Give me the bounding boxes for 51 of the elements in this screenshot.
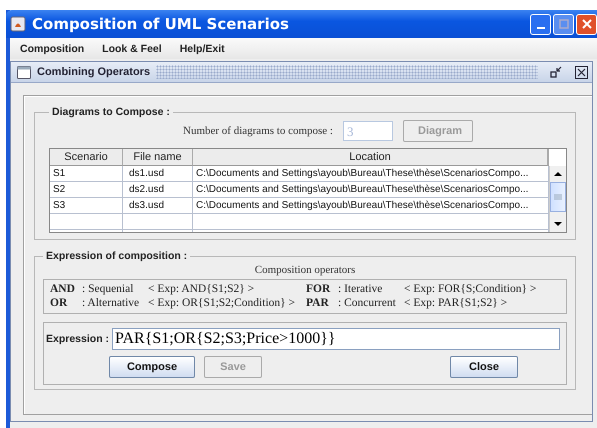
- table-cell: S1: [50, 166, 123, 182]
- table-cell: S3: [50, 198, 123, 214]
- table-cell: ds3.usd: [123, 198, 193, 214]
- operator-meaning: : Concurrent: [338, 297, 397, 309]
- operators-title: Composition operators: [254, 264, 356, 276]
- frame-title: Combining Operators: [37, 66, 150, 78]
- expression-field[interactable]: PAR{S1;OR{S2;S3;Price>1000}}: [112, 328, 560, 350]
- operator-example: < Exp: FOR{S;Condition} >: [404, 283, 536, 295]
- table-cell: C:\Documents and Settings\ayoub\Bureau\These\thèse\ScenariosCompo...: [193, 166, 549, 182]
- minimize-button[interactable]: [530, 14, 551, 34]
- minimize-icon: [536, 27, 544, 29]
- operator-meaning: : Iterative: [338, 283, 384, 295]
- column-header[interactable]: Scenario: [50, 149, 123, 166]
- group-title: Diagrams to Compose :: [51, 106, 171, 118]
- close-icon: [582, 19, 592, 29]
- operator-keyword: OR: [50, 297, 68, 309]
- window-title: Composition of UML Scenarios: [32, 15, 290, 33]
- menu-item[interactable]: Composition: [20, 42, 84, 54]
- operator-keyword: PAR: [306, 297, 330, 309]
- menu-item[interactable]: Help/Exit: [180, 42, 225, 54]
- table-cell: C:\Documents and Settings\ayoub\Bureau\These\thèse\ScenariosCompo...: [193, 198, 549, 214]
- menu-item[interactable]: Look & Feel: [102, 42, 162, 54]
- column-header[interactable]: File name: [123, 149, 193, 166]
- scrollbar[interactable]: [549, 166, 566, 232]
- action-button[interactable]: Close: [450, 356, 518, 378]
- operator-keyword: FOR: [306, 283, 332, 295]
- app-icon: [10, 16, 26, 32]
- maximize-icon: [558, 19, 568, 29]
- close-button[interactable]: [576, 14, 597, 34]
- close-icon[interactable]: [575, 66, 588, 78]
- operator-example: < Exp: AND{S1;S2} >: [148, 283, 254, 295]
- operator-example: < Exp: PAR{S1;S2} >: [404, 297, 508, 309]
- action-button[interactable]: Compose: [109, 356, 195, 378]
- table-cell: ds1.usd: [123, 166, 193, 182]
- expression-label: Expression :: [46, 333, 110, 345]
- group-title: Expression of composition :: [45, 250, 188, 262]
- table-cell: [123, 214, 193, 230]
- table-cell: ds2.usd: [123, 182, 193, 198]
- column-header[interactable]: Location: [193, 149, 548, 166]
- table-cell: S2: [50, 182, 123, 198]
- operator-meaning: : Sequenial: [82, 283, 134, 295]
- window-icon: [17, 66, 31, 78]
- table-cell: C:\Documents and Settings\ayoub\Bureau\These\thèse\ScenariosCompo...: [193, 182, 549, 198]
- count-label: Number of diagrams to compose :: [183, 125, 333, 137]
- restore-icon[interactable]: [550, 66, 563, 78]
- operator-meaning: : Alternative: [82, 297, 140, 309]
- grip-icon: [554, 193, 562, 201]
- maximize-button[interactable]: [553, 14, 574, 34]
- operator-example: < Exp: OR{S1;S2;Condition} >: [148, 297, 296, 309]
- operator-keyword: AND: [50, 283, 76, 295]
- scroll-thumb[interactable]: [550, 182, 566, 212]
